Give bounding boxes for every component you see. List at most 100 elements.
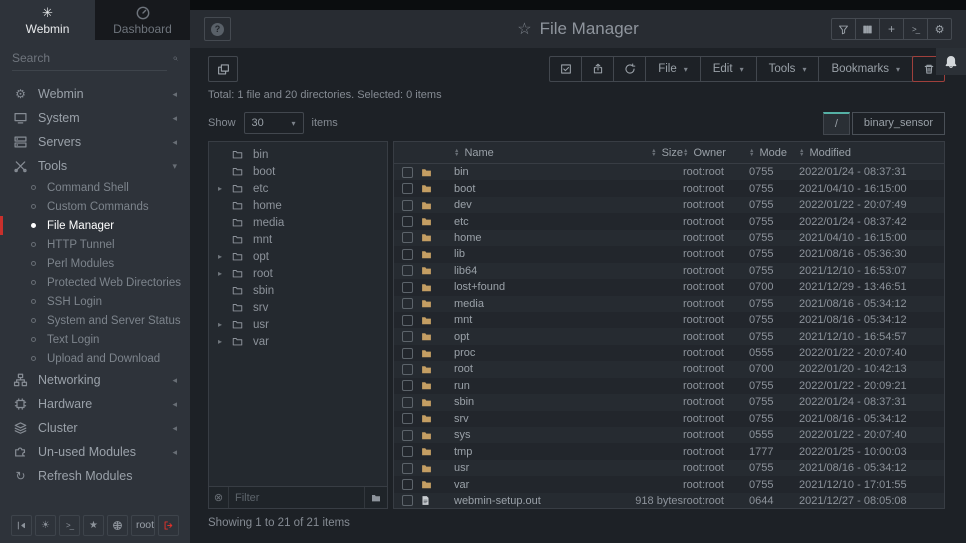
table-row[interactable]: sysroot:root05552022/01/22 - 20:07:40 [394, 427, 944, 443]
file-name[interactable]: lib64 [454, 265, 603, 277]
tree-folder-button[interactable] [364, 487, 387, 508]
chevron-right-icon[interactable]: ▸ [218, 269, 231, 278]
column-header-name[interactable]: ▲▼Name [454, 147, 603, 159]
sidebar-item-system[interactable]: System◂ [0, 106, 190, 130]
help-button[interactable]: ? [204, 17, 231, 41]
sidebar-item-custom-commands[interactable]: Custom Commands [0, 197, 190, 216]
file-name[interactable]: root [454, 363, 603, 375]
tree-item-var[interactable]: ▸var [209, 333, 387, 350]
chevron-right-icon[interactable]: ▸ [218, 337, 231, 346]
file-name[interactable]: run [454, 380, 603, 392]
row-checkbox[interactable] [402, 249, 413, 260]
logout-button[interactable] [158, 515, 179, 536]
table-row[interactable]: srvroot:root07552021/08/16 - 05:34:12 [394, 411, 944, 427]
file-name[interactable]: lost+found [454, 281, 603, 293]
table-row[interactable]: mediaroot:root07552021/08/16 - 05:34:12 [394, 296, 944, 312]
sort-icon[interactable]: ▲▼ [651, 149, 656, 157]
file-name[interactable]: var [454, 479, 603, 491]
row-checkbox[interactable] [402, 183, 413, 194]
tree-item-opt[interactable]: ▸opt [209, 248, 387, 265]
sort-icon[interactable]: ▲▼ [799, 149, 804, 157]
select-all-button[interactable] [549, 56, 582, 82]
row-checkbox[interactable] [402, 232, 413, 243]
sort-icon[interactable]: ▲▼ [683, 149, 688, 157]
tree-item-bin[interactable]: bin [209, 146, 387, 163]
star-outline-icon[interactable]: ☆ [517, 19, 531, 39]
row-checkbox[interactable] [402, 479, 413, 490]
sidebar-item-command-shell[interactable]: Command Shell [0, 178, 190, 197]
sidebar-item-upload-and-download[interactable]: Upload and Download [0, 349, 190, 368]
export-button[interactable] [581, 56, 614, 82]
table-row[interactable]: etcroot:root07552022/01/24 - 08:37:42 [394, 213, 944, 229]
theme-button[interactable]: ☀ [35, 515, 56, 536]
row-checkbox[interactable] [402, 380, 413, 391]
sidebar-item-perl-modules[interactable]: Perl Modules [0, 254, 190, 273]
table-row[interactable]: bootroot:root07552021/04/10 - 16:15:00 [394, 180, 944, 196]
row-checkbox[interactable] [402, 446, 413, 457]
row-checkbox[interactable] [402, 265, 413, 276]
row-checkbox[interactable] [402, 216, 413, 227]
tree-item-boot[interactable]: boot [209, 163, 387, 180]
table-row[interactable]: binroot:root07552022/01/24 - 08:37:31 [394, 164, 944, 180]
column-header-owner[interactable]: ▲▼Owner [683, 147, 749, 159]
sidebar-item-hardware[interactable]: Hardware◂ [0, 392, 190, 416]
table-row[interactable]: rootroot:root07002022/01/20 - 10:42:13 [394, 361, 944, 377]
row-checkbox[interactable] [402, 413, 413, 424]
row-checkbox[interactable] [402, 282, 413, 293]
column-header-mode[interactable]: ▲▼Mode [749, 147, 799, 159]
row-checkbox[interactable] [402, 315, 413, 326]
row-checkbox[interactable] [402, 200, 413, 211]
breadcrumb-root[interactable]: / [823, 112, 850, 135]
column-header-modified[interactable]: ▲▼Modified [799, 147, 944, 159]
table-row[interactable]: webmin-setup.out918 bytesroot:root064420… [394, 493, 944, 509]
row-checkbox[interactable] [402, 331, 413, 342]
table-row[interactable]: tmproot:root17772022/01/25 - 10:00:03 [394, 443, 944, 459]
file-name[interactable]: home [454, 232, 603, 244]
tree-item-usr[interactable]: ▸usr [209, 316, 387, 333]
file-name[interactable]: usr [454, 462, 603, 474]
file-name[interactable]: mnt [454, 314, 603, 326]
tree-item-mnt[interactable]: mnt [209, 231, 387, 248]
row-checkbox[interactable] [402, 348, 413, 359]
file-name[interactable]: tmp [454, 446, 603, 458]
terminal-button[interactable]: >_ [59, 515, 80, 536]
sidebar-item-un-used-modules[interactable]: Un-used Modules◂ [0, 440, 190, 464]
file-name[interactable]: bin [454, 166, 603, 178]
row-checkbox[interactable] [402, 430, 413, 441]
sidebar-item-protected-web-directories[interactable]: Protected Web Directories [0, 273, 190, 292]
user-button[interactable]: root [131, 515, 155, 536]
filter-button[interactable] [831, 18, 856, 40]
items-per-page-select[interactable]: 30 ▾ [244, 112, 304, 134]
file-name[interactable]: srv [454, 413, 603, 425]
table-row[interactable]: libroot:root07552021/08/16 - 05:36:30 [394, 246, 944, 262]
sidebar-item-text-login[interactable]: Text Login [0, 330, 190, 349]
edit-menu-button[interactable]: Edit ▾ [700, 56, 757, 82]
row-checkbox[interactable] [402, 167, 413, 178]
chevron-right-icon[interactable]: ▸ [218, 320, 231, 329]
bookmarks-menu-button[interactable]: Bookmarks ▾ [818, 56, 913, 82]
file-name[interactable]: proc [454, 347, 603, 359]
collapse-sidebar-button[interactable] [11, 515, 32, 536]
tree-item-media[interactable]: media [209, 214, 387, 231]
tab-webmin[interactable]: ✳ Webmin [0, 0, 95, 40]
columns-button[interactable] [855, 18, 880, 40]
table-row[interactable]: usrroot:root07552021/08/16 - 05:34:12 [394, 460, 944, 476]
tree-item-sbin[interactable]: sbin [209, 282, 387, 299]
breadcrumb-segment[interactable]: binary_sensor [852, 112, 945, 135]
tab-dashboard[interactable]: Dashboard [95, 0, 190, 40]
table-row[interactable]: optroot:root07552021/12/10 - 16:54:57 [394, 328, 944, 344]
file-menu-button[interactable]: File ▾ [645, 56, 701, 82]
sort-icon[interactable]: ▲▼ [454, 149, 459, 157]
notifications-button[interactable] [936, 48, 966, 75]
row-checkbox[interactable] [402, 364, 413, 375]
chevron-right-icon[interactable]: ▸ [218, 184, 231, 193]
search-icon[interactable] [173, 52, 178, 65]
file-name[interactable]: dev [454, 199, 603, 211]
file-name[interactable]: opt [454, 331, 603, 343]
sidebar-item-networking[interactable]: Networking◂ [0, 368, 190, 392]
table-row[interactable]: lost+foundroot:root07002021/12/29 - 13:4… [394, 279, 944, 295]
table-row[interactable]: procroot:root05552022/01/22 - 20:07:40 [394, 345, 944, 361]
sidebar-item-file-manager[interactable]: File Manager [0, 216, 190, 235]
table-row[interactable]: sbinroot:root07552022/01/24 - 08:37:31 [394, 394, 944, 410]
table-row[interactable]: mntroot:root07552021/08/16 - 05:34:12 [394, 312, 944, 328]
